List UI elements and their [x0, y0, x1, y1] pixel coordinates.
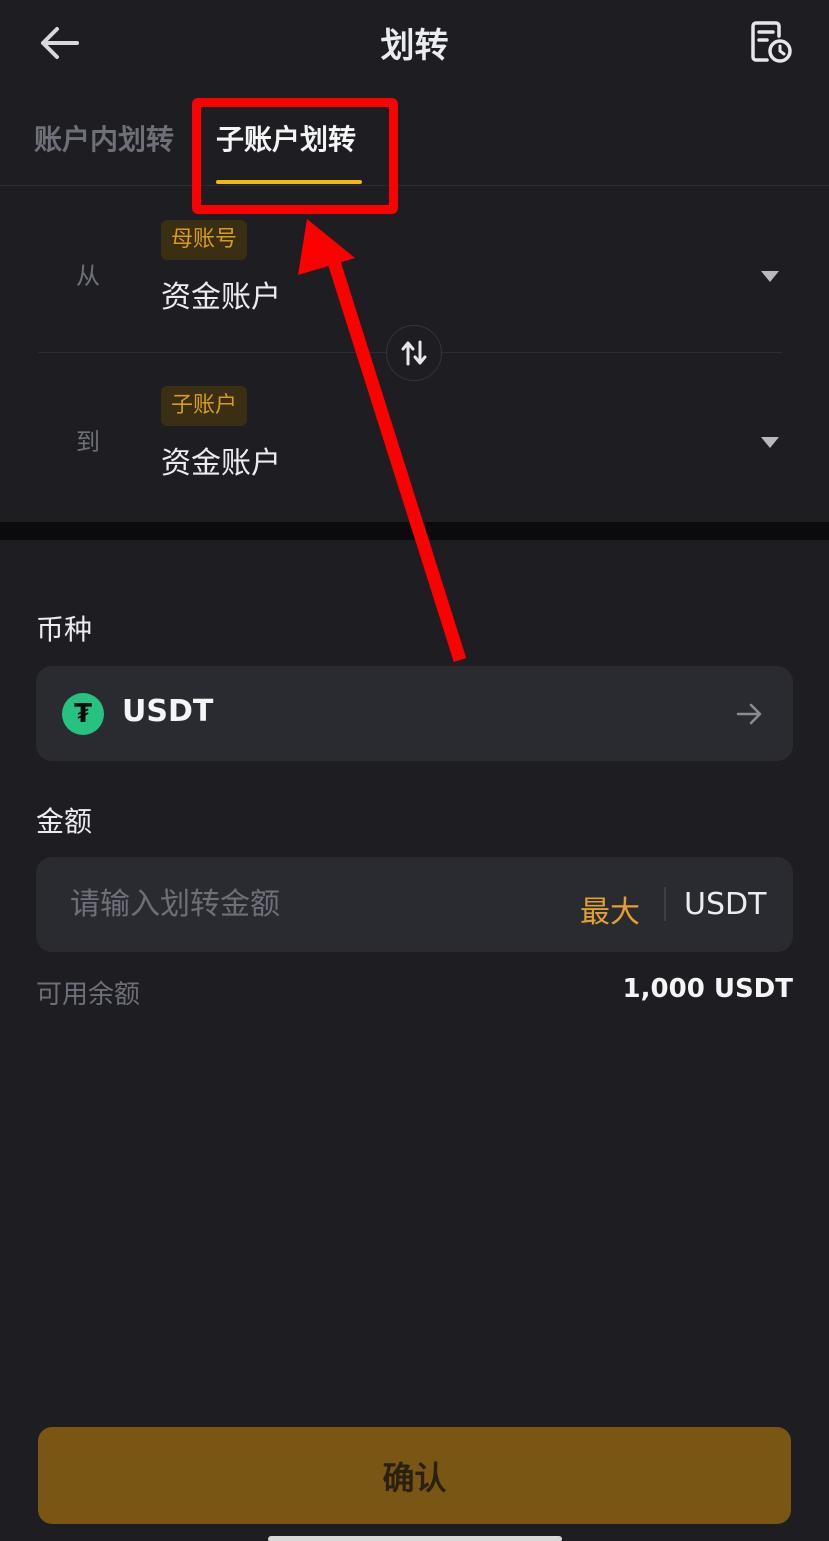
to-label: 到 — [76, 428, 100, 456]
annotation-highlight-box — [192, 98, 398, 214]
top-bar: 划转 — [0, 0, 829, 90]
caret-down-icon — [761, 271, 779, 282]
transfer-tabs: 账户内划转 子账户划转 — [0, 100, 829, 186]
coin-label: 币种 — [36, 613, 93, 646]
to-account-selector[interactable]: 到 子账户 资金账户 — [0, 376, 829, 526]
account-transfer-section: 从 母账号 资金账户 到 子账户 资金账户 — [0, 186, 829, 522]
divider — [664, 887, 666, 921]
section-separator — [0, 522, 829, 540]
history-record-icon — [751, 21, 792, 63]
from-account-name: 资金账户 — [161, 280, 281, 315]
arrow-right-icon — [736, 703, 762, 725]
coin-name: USDT — [122, 694, 214, 729]
to-account-name: 资金账户 — [161, 446, 281, 481]
coin-selector[interactable]: ₮ USDT — [36, 666, 793, 761]
available-balance-label: 可用余额 — [36, 980, 141, 1010]
caret-down-icon — [761, 437, 779, 448]
swap-accounts-button[interactable] — [386, 325, 442, 381]
amount-unit: USDT — [684, 887, 767, 922]
amount-input[interactable] — [70, 879, 550, 929]
transfer-history-button[interactable] — [747, 18, 795, 66]
from-account-type-badge: 母账号 — [161, 220, 248, 260]
home-indicator — [268, 1536, 562, 1541]
confirm-button[interactable]: 确认 — [38, 1427, 791, 1524]
tab-internal-transfer[interactable]: 账户内划转 — [34, 118, 174, 158]
amount-label: 金额 — [36, 805, 93, 838]
to-account-type-badge: 子账户 — [161, 386, 248, 426]
available-balance-value: 1,000 USDT — [622, 974, 793, 1004]
from-label: 从 — [76, 262, 100, 290]
swap-arrows-icon — [401, 340, 427, 366]
page-title: 划转 — [380, 26, 449, 66]
max-amount-button[interactable]: 最大 — [580, 887, 640, 931]
tether-icon: ₮ — [62, 693, 104, 735]
amount-field: 最大 USDT — [36, 857, 793, 952]
